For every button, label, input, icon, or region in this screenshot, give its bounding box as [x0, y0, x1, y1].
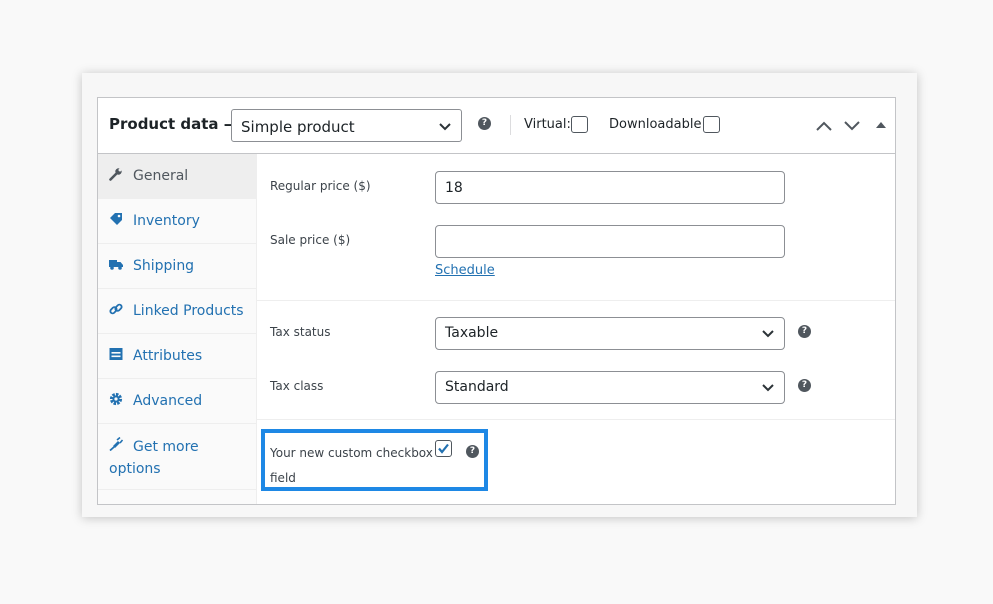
- tax-status-select[interactable]: Taxable: [435, 317, 785, 350]
- tab-label: Inventory: [133, 213, 200, 229]
- tax-class-select[interactable]: Standard: [435, 371, 785, 404]
- tab-general[interactable]: General: [98, 154, 257, 199]
- tab-label: General: [133, 168, 189, 184]
- tab-label: Linked Products: [133, 303, 244, 319]
- tax-class-help-icon[interactable]: ?: [798, 379, 811, 392]
- pricing-group: Regular price ($) 18 Sale price ($) Sche…: [257, 154, 895, 301]
- tab-label: Get more options: [109, 439, 199, 477]
- virtual-label: Virtual:: [524, 117, 571, 132]
- collapse-toggle-icon[interactable]: [876, 122, 886, 128]
- sale-price-input[interactable]: [435, 225, 785, 258]
- tab-label: Attributes: [133, 348, 203, 364]
- gear-icon: [109, 392, 123, 406]
- tab-label: Advanced: [133, 393, 203, 409]
- tax-status-help-icon[interactable]: ?: [798, 325, 811, 338]
- tax-status-value: Taxable: [445, 325, 499, 341]
- header-divider: [510, 115, 511, 135]
- panel-title: Product data —: [109, 115, 239, 133]
- move-down-icon[interactable]: [843, 120, 861, 132]
- tab-get-more-options[interactable]: Get more options: [98, 424, 257, 490]
- tab-inventory[interactable]: Inventory: [98, 199, 257, 244]
- truck-icon: [109, 260, 123, 270]
- tab-advanced[interactable]: Advanced: [98, 379, 257, 424]
- tax-class-label: Tax class: [270, 379, 324, 393]
- tag-icon: [110, 213, 122, 225]
- regular-price-label: Regular price ($): [270, 179, 371, 193]
- help-icon[interactable]: ?: [478, 117, 491, 130]
- chevron-down-icon: [439, 123, 451, 131]
- product-type-value: Simple product: [241, 118, 355, 136]
- link-icon: [109, 303, 123, 315]
- move-up-icon[interactable]: [815, 120, 833, 132]
- tax-group: Tax status Taxable Tax class Standard: [257, 301, 895, 420]
- help-icon[interactable]: ?: [466, 445, 479, 458]
- schedule-link[interactable]: Schedule: [435, 263, 495, 278]
- virtual-checkbox[interactable]: [571, 116, 588, 133]
- chevron-down-icon: [762, 384, 774, 392]
- tax-status-label: Tax status: [270, 325, 331, 339]
- chevron-down-icon: [762, 330, 774, 338]
- product-data-panel: Product data — Simple product ? Virtual:…: [97, 97, 896, 505]
- product-type-select[interactable]: Simple product: [231, 109, 462, 142]
- tab-linked-products[interactable]: Linked Products: [98, 289, 257, 334]
- wrench-icon: [109, 168, 122, 181]
- tax-class-value: Standard: [445, 379, 509, 395]
- tab-label: Shipping: [133, 258, 195, 274]
- custom-checkbox-label: Your new custom checkbox field: [270, 446, 433, 485]
- product-data-tabs: General Inventory Shipping Linked Produc…: [98, 154, 257, 504]
- sale-price-label: Sale price ($): [270, 233, 351, 247]
- custom-checkbox[interactable]: [435, 440, 452, 457]
- tab-attributes[interactable]: Attributes: [98, 334, 257, 379]
- regular-price-value: 18: [445, 180, 463, 196]
- downloadable-label: Downloadable:: [609, 117, 706, 132]
- custom-field-group: Your new custom checkbox field ?: [257, 420, 895, 504]
- downloadable-checkbox[interactable]: [703, 116, 720, 133]
- panel-header: Product data — Simple product ? Virtual:…: [98, 98, 895, 154]
- tab-shipping[interactable]: Shipping: [98, 244, 257, 289]
- regular-price-input[interactable]: 18: [435, 171, 785, 204]
- list-icon: [109, 348, 123, 360]
- checkmark-icon: [438, 443, 449, 454]
